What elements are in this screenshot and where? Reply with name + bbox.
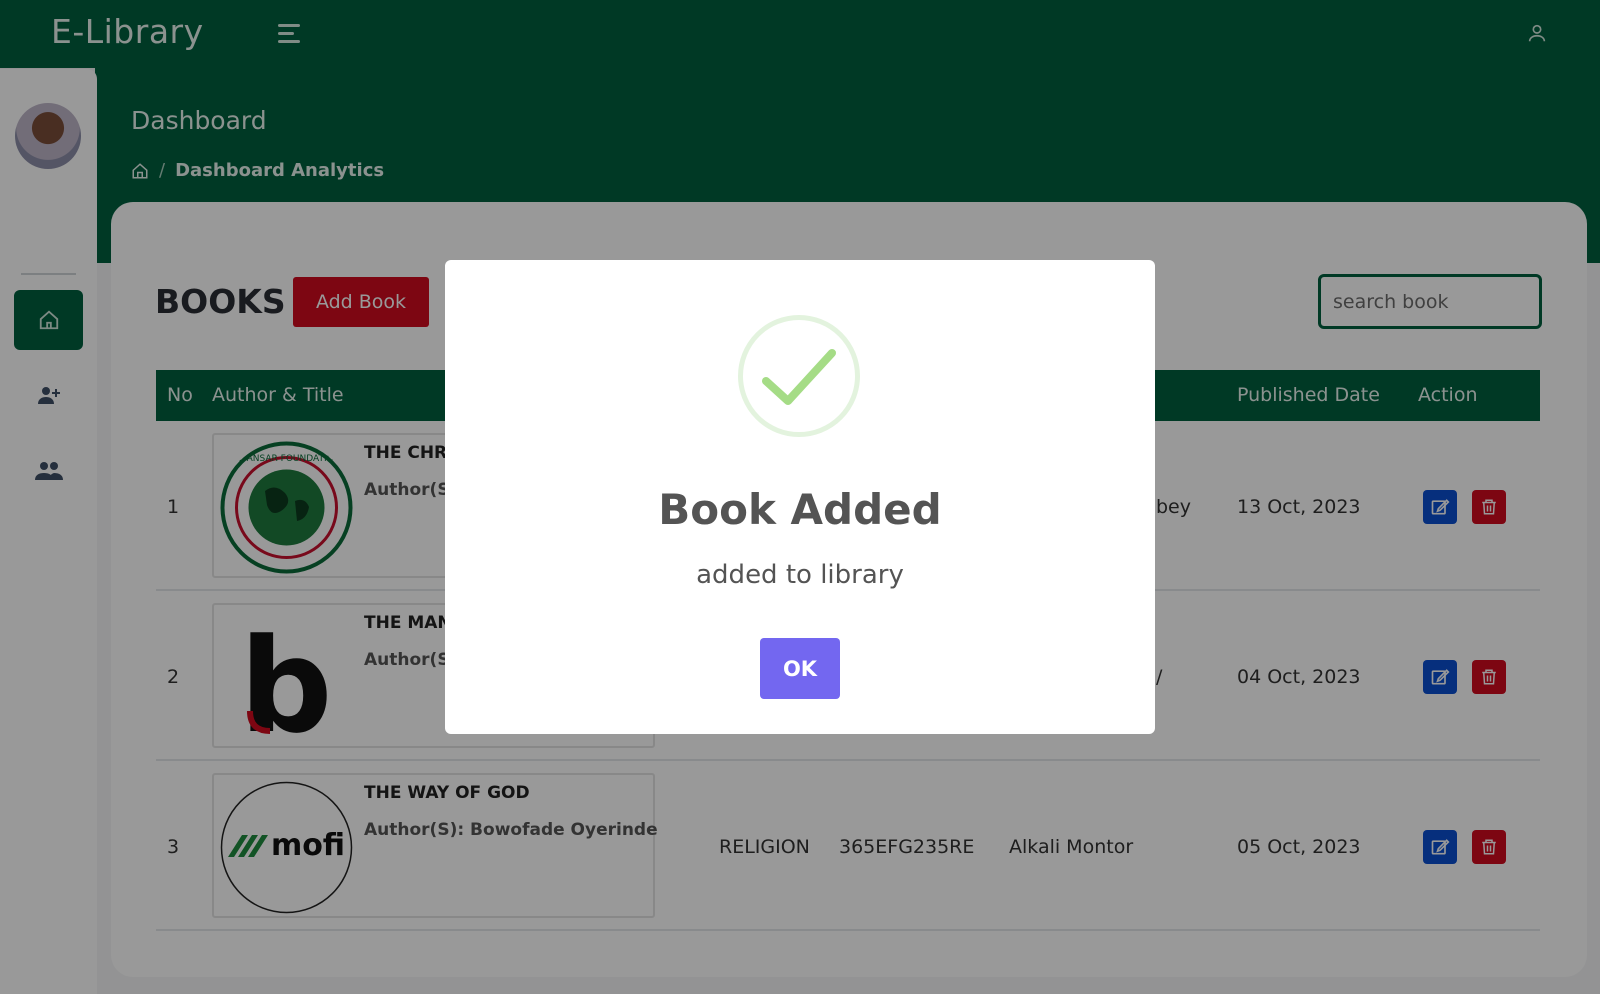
check-icon [762,349,836,405]
modal-message: added to library [696,560,904,590]
ok-button[interactable]: OK [760,638,840,699]
modal-title: Book Added [658,485,942,534]
success-modal: Book Added added to library OK [445,260,1155,734]
